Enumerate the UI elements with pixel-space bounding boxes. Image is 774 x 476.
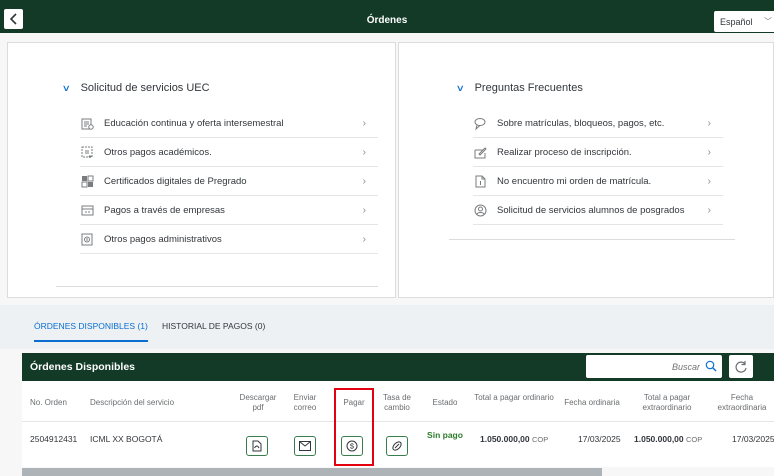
col-date-extraordinary: Fecha extraordinaria [717,393,767,412]
faq-item-label: Solicitud de servicios alumnos de posgra… [497,204,685,216]
order-number: 2504912431 [30,434,78,444]
service-item-education[interactable]: Educación continua y oferta intersemestr… [80,109,378,138]
chevron-right-icon: › [707,146,711,158]
col-description: Descripción del servicio [90,398,175,407]
page-title: Órdenes [366,15,408,26]
services-card: ∨ Solicitud de servicios UEC Educación c… [7,42,396,298]
refresh-button[interactable] [729,355,753,378]
refresh-icon [735,360,747,373]
faq-item-label: Realizar proceso de inscripción. [497,146,632,158]
chevron-right-icon: › [362,175,366,187]
col-date-ordinary: Fecha ordinaria [564,398,620,407]
col-total-ordinary: Total a pagar ordinario [474,393,554,402]
tab-payment-history[interactable]: HISTORIAL DE PAGOS (0) [162,321,265,340]
faq-item-missing-order[interactable]: No encuentro mi orden de matrícula. › [473,167,723,196]
language-value: Español [720,16,753,27]
service-item-academic-payments[interactable]: Otros pagos académicos. › [80,138,378,167]
edit-form-icon [473,145,487,159]
send-email-button[interactable] [294,436,316,456]
certificate-icon [80,174,94,188]
admin-payment-icon [80,232,94,246]
date-extraordinary: 17/03/2025 [732,434,774,444]
service-item-certificates[interactable]: Certificados digitales de Pregrado › [80,167,378,196]
total-extraordinary: 1.050.000,00 COP [634,434,702,444]
faq-item-enrollment[interactable]: Sobre matrículas, bloqueos, pagos, etc. … [473,109,723,138]
service-item-admin-payments[interactable]: Otros pagos administrativos › [80,225,378,254]
currency-label: COP [686,435,703,444]
education-icon [80,116,94,130]
payment-list-icon [80,145,94,159]
table-title: Órdenes Disponibles [30,361,136,373]
service-item-company-payments[interactable]: Pagos a través de empresas › [80,196,378,225]
service-item-label: Pagos a través de empresas [104,204,225,216]
status-badge: Sin pago [427,430,463,440]
chevron-down-icon: ∨ [455,82,465,93]
total-ordinary: 1.050.000,00 COP [480,434,548,444]
chevron-right-icon: › [362,204,366,216]
section-divider [56,286,378,287]
chevron-right-icon: › [707,175,711,187]
faq-item-label: No encuentro mi orden de matrícula. [497,175,652,187]
language-select[interactable]: Español ﹀ [714,11,774,32]
orders-table-toolbar: Órdenes Disponibles [22,353,774,381]
faq-item-registration[interactable]: Realizar proceso de inscripción. › [473,138,723,167]
search-field[interactable] [586,355,722,378]
search-icon[interactable] [705,360,717,375]
pdf-icon [252,440,262,452]
col-status: Estado [432,398,458,407]
faq-section-header[interactable]: ∨ Preguntas Frecuentes [455,82,583,94]
faq-card: ∨ Preguntas Frecuentes Sobre matrículas,… [398,42,774,298]
service-item-label: Otros pagos administrativos [104,233,222,245]
exchange-icon [392,441,402,451]
col-download-pdf: Descargar pdf [239,393,277,412]
tab-available-orders[interactable]: ÓRDENES DISPONIBLES (1) [34,321,148,342]
faq-title: Preguntas Frecuentes [474,82,583,94]
service-description: ICML XX BOGOTÁ [90,434,163,444]
table-header: No. Orden Descripción del servicio Desca… [22,381,774,422]
col-order-number: No. Orden [30,398,67,407]
chevron-right-icon: › [362,117,366,129]
service-item-label: Otros pagos académicos. [104,146,212,158]
orders-tabbar: ÓRDENES DISPONIBLES (1) HISTORIAL DE PAG… [0,305,774,349]
service-item-label: Certificados digitales de Pregrado [104,175,247,187]
total-ordinary-value: 1.050.000,00 [480,434,530,444]
services-section-header[interactable]: ∨ Solicitud de servicios UEC [61,82,210,94]
total-extraordinary-value: 1.050.000,00 [634,434,684,444]
col-exchange-rate: Tasa de cambio [382,393,412,412]
pay-column-highlight [334,388,374,466]
graduate-icon [473,203,487,217]
chevron-right-icon: › [707,204,711,216]
section-divider [449,239,735,240]
currency-label: COP [532,435,549,444]
faq-item-label: Sobre matrículas, bloqueos, pagos, etc. [497,117,665,129]
chevron-down-icon: ∨ [61,82,71,93]
chevron-down-icon: ﹀ [764,17,772,26]
chevron-right-icon: › [362,146,366,158]
service-item-label: Educación continua y oferta intersemestr… [104,117,284,129]
services-title: Solicitud de servicios UEC [80,82,210,94]
download-pdf-button[interactable] [246,436,268,456]
date-ordinary: 17/03/2025 [578,434,621,444]
chevron-right-icon: › [362,233,366,245]
col-total-extraordinary: Total a pagar extraordinario [642,393,692,412]
chevron-right-icon: › [707,117,711,129]
chat-icon [473,116,487,130]
horizontal-scrollbar[interactable] [22,468,602,476]
document-icon [473,174,487,188]
search-input[interactable] [590,356,700,377]
exchange-rate-button[interactable] [386,436,408,456]
company-payment-icon [80,203,94,217]
col-send-email: Enviar correo [293,393,317,412]
faq-item-postgrad[interactable]: Solicitud de servicios alumnos de posgra… [473,196,723,225]
email-icon [299,441,311,451]
app-header: Órdenes Español ﹀ [0,0,774,33]
table-row: 2504912431 ICML XX BOGOTÁ $ Sin pago 1.0… [22,422,774,467]
